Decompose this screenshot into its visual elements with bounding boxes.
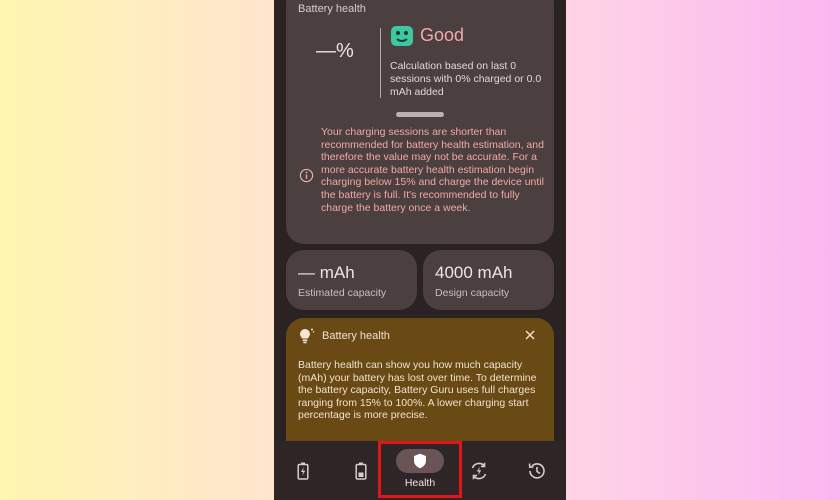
card-title: Battery health [298,3,366,15]
nav-item-charging-cycle[interactable] [454,441,504,500]
estimated-capacity-card: — mAh Estimated capacity [286,250,417,310]
happy-face-icon [391,26,413,46]
battery-icon [355,462,367,480]
health-pill [396,449,444,473]
divider [380,28,381,98]
health-status: Good [420,25,465,45]
close-icon [525,330,535,340]
close-button[interactable] [522,327,538,343]
nav-item-charging[interactable] [278,441,328,500]
accuracy-warning: Your charging sessions are shorter than … [321,126,544,214]
nav-item-health[interactable]: Health [378,441,462,500]
design-capacity-card: 4000 mAh Design capacity [423,250,554,310]
shield-icon [414,453,426,469]
drag-handle[interactable] [396,112,444,117]
info-icon [299,168,314,183]
tip-body: Battery health can show you how much cap… [298,359,537,422]
history-icon [528,462,545,479]
health-percentage: —% [316,40,354,62]
estimated-capacity-value: — mAh [298,263,355,282]
nav-item-history[interactable] [512,441,562,500]
tip-title: Battery health [322,330,390,342]
bottom-navigation: Health [274,441,566,500]
design-capacity-label: Design capacity [435,287,510,299]
lightbulb-icon [300,328,315,344]
calculation-note: Calculation based on last 0 sessions wit… [390,60,542,98]
design-capacity-value: 4000 mAh [435,263,513,282]
battery-charging-icon [297,462,309,480]
estimated-capacity-label: Estimated capacity [298,287,387,299]
charging-cycle-icon [471,462,487,479]
battery-health-card: Battery health —% Good Calculation based… [286,0,554,244]
nav-health-label: Health [404,477,436,489]
phone-screen: Battery health —% Good Calculation based… [274,0,566,500]
